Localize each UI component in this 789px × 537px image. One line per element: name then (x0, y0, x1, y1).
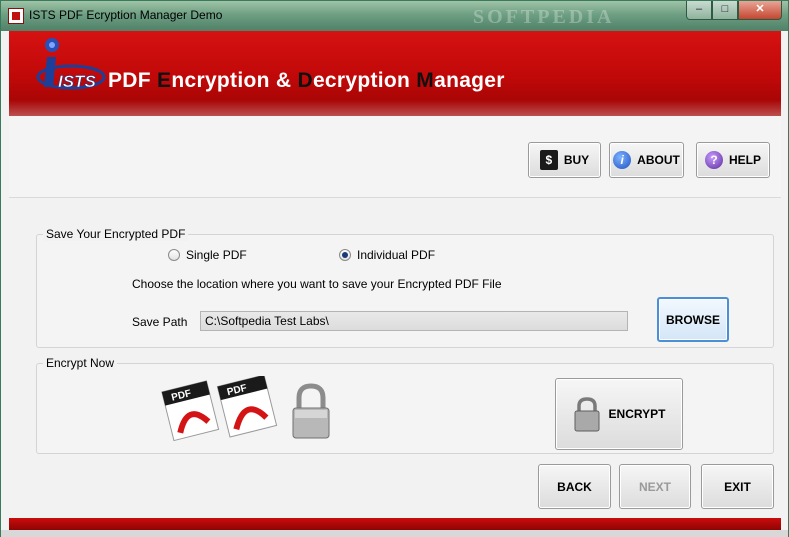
maximize-button[interactable]: □ (712, 1, 738, 20)
pdf-lock-icon: PDF PDF (161, 376, 330, 442)
save-path-input[interactable]: C:\Softpedia Test Labs\ (200, 311, 628, 331)
app-title-part: D (297, 69, 313, 92)
encrypt-button-label: ENCRYPT (608, 407, 666, 421)
browse-button[interactable]: BROWSE (657, 297, 729, 342)
toolbar: $ BUY i ABOUT ? HELP (9, 116, 781, 198)
close-button[interactable]: ✕ (738, 1, 782, 20)
encrypt-group-label: Encrypt Now (43, 356, 118, 370)
individual-pdf-radio[interactable]: Individual PDF (339, 248, 435, 262)
back-button[interactable]: BACK (538, 464, 611, 509)
app-title-part: E (157, 69, 172, 92)
exit-button[interactable]: EXIT (701, 464, 774, 509)
footer-bar (9, 518, 781, 530)
buy-button[interactable]: $ BUY (528, 142, 601, 178)
app-icon (8, 8, 24, 24)
help-button-label: HELP (728, 153, 761, 167)
main-content: $ BUY i ABOUT ? HELP Save Your Encrypted… (9, 116, 781, 518)
app-title-part: ncryption & (171, 69, 298, 92)
app-title: PDF Encryption & Decryption Manager (108, 69, 505, 93)
caption-buttons: – □ ✕ (686, 1, 782, 20)
ists-logo: ISTS (36, 38, 106, 91)
next-button-label: NEXT (638, 479, 671, 494)
app-window: ISTS PDF Ecryption Manager Demo SOFTPEDI… (0, 0, 789, 537)
single-pdf-radio[interactable]: Single PDF (168, 248, 247, 262)
minimize-button[interactable]: – (686, 1, 712, 20)
padlock-icon (574, 397, 600, 432)
header-banner: ISTS PDF Encryption & Decryption Manager (9, 31, 781, 116)
app-title-part: PDF (108, 69, 158, 92)
back-button-label: BACK (557, 479, 592, 494)
save-group-label: Save Your Encrypted PDF (43, 227, 189, 241)
save-group: Save Your Encrypted PDF Single PDF Indiv… (36, 227, 774, 348)
dollar-icon: $ (539, 150, 558, 170)
encrypt-button[interactable]: ENCRYPT (555, 378, 683, 450)
watermark-text: SOFTPEDIA (473, 6, 615, 28)
about-button-label: ABOUT (637, 153, 680, 167)
exit-button-label: EXIT (724, 479, 751, 494)
save-path-label: Save Path (132, 315, 188, 329)
browse-button-label: BROWSE (666, 312, 720, 327)
next-button[interactable]: NEXT (619, 464, 691, 509)
window-bottom-border (1, 530, 788, 537)
single-pdf-label: Single PDF (186, 248, 247, 262)
app-title-part: ecryption (312, 69, 417, 92)
help-icon: ? (704, 151, 723, 169)
encrypt-group: Encrypt Now PDF PDF ENCRYPT (36, 356, 774, 454)
save-instruction: Choose the location where you want to sa… (132, 277, 502, 291)
radio-indicator (168, 249, 180, 261)
title-bar[interactable]: ISTS PDF Ecryption Manager Demo SOFTPEDI… (1, 1, 788, 31)
about-button[interactable]: i ABOUT (609, 142, 684, 178)
individual-pdf-label: Individual PDF (357, 248, 436, 262)
buy-button-label: BUY (563, 153, 590, 167)
app-title-part: M (416, 69, 435, 92)
radio-indicator-checked (339, 249, 351, 261)
window-title: ISTS PDF Ecryption Manager Demo (29, 8, 223, 22)
logo-text: ISTS (58, 72, 96, 91)
app-title-part: anager (434, 69, 505, 92)
help-button[interactable]: ? HELP (696, 142, 770, 178)
info-icon: i (613, 151, 632, 169)
